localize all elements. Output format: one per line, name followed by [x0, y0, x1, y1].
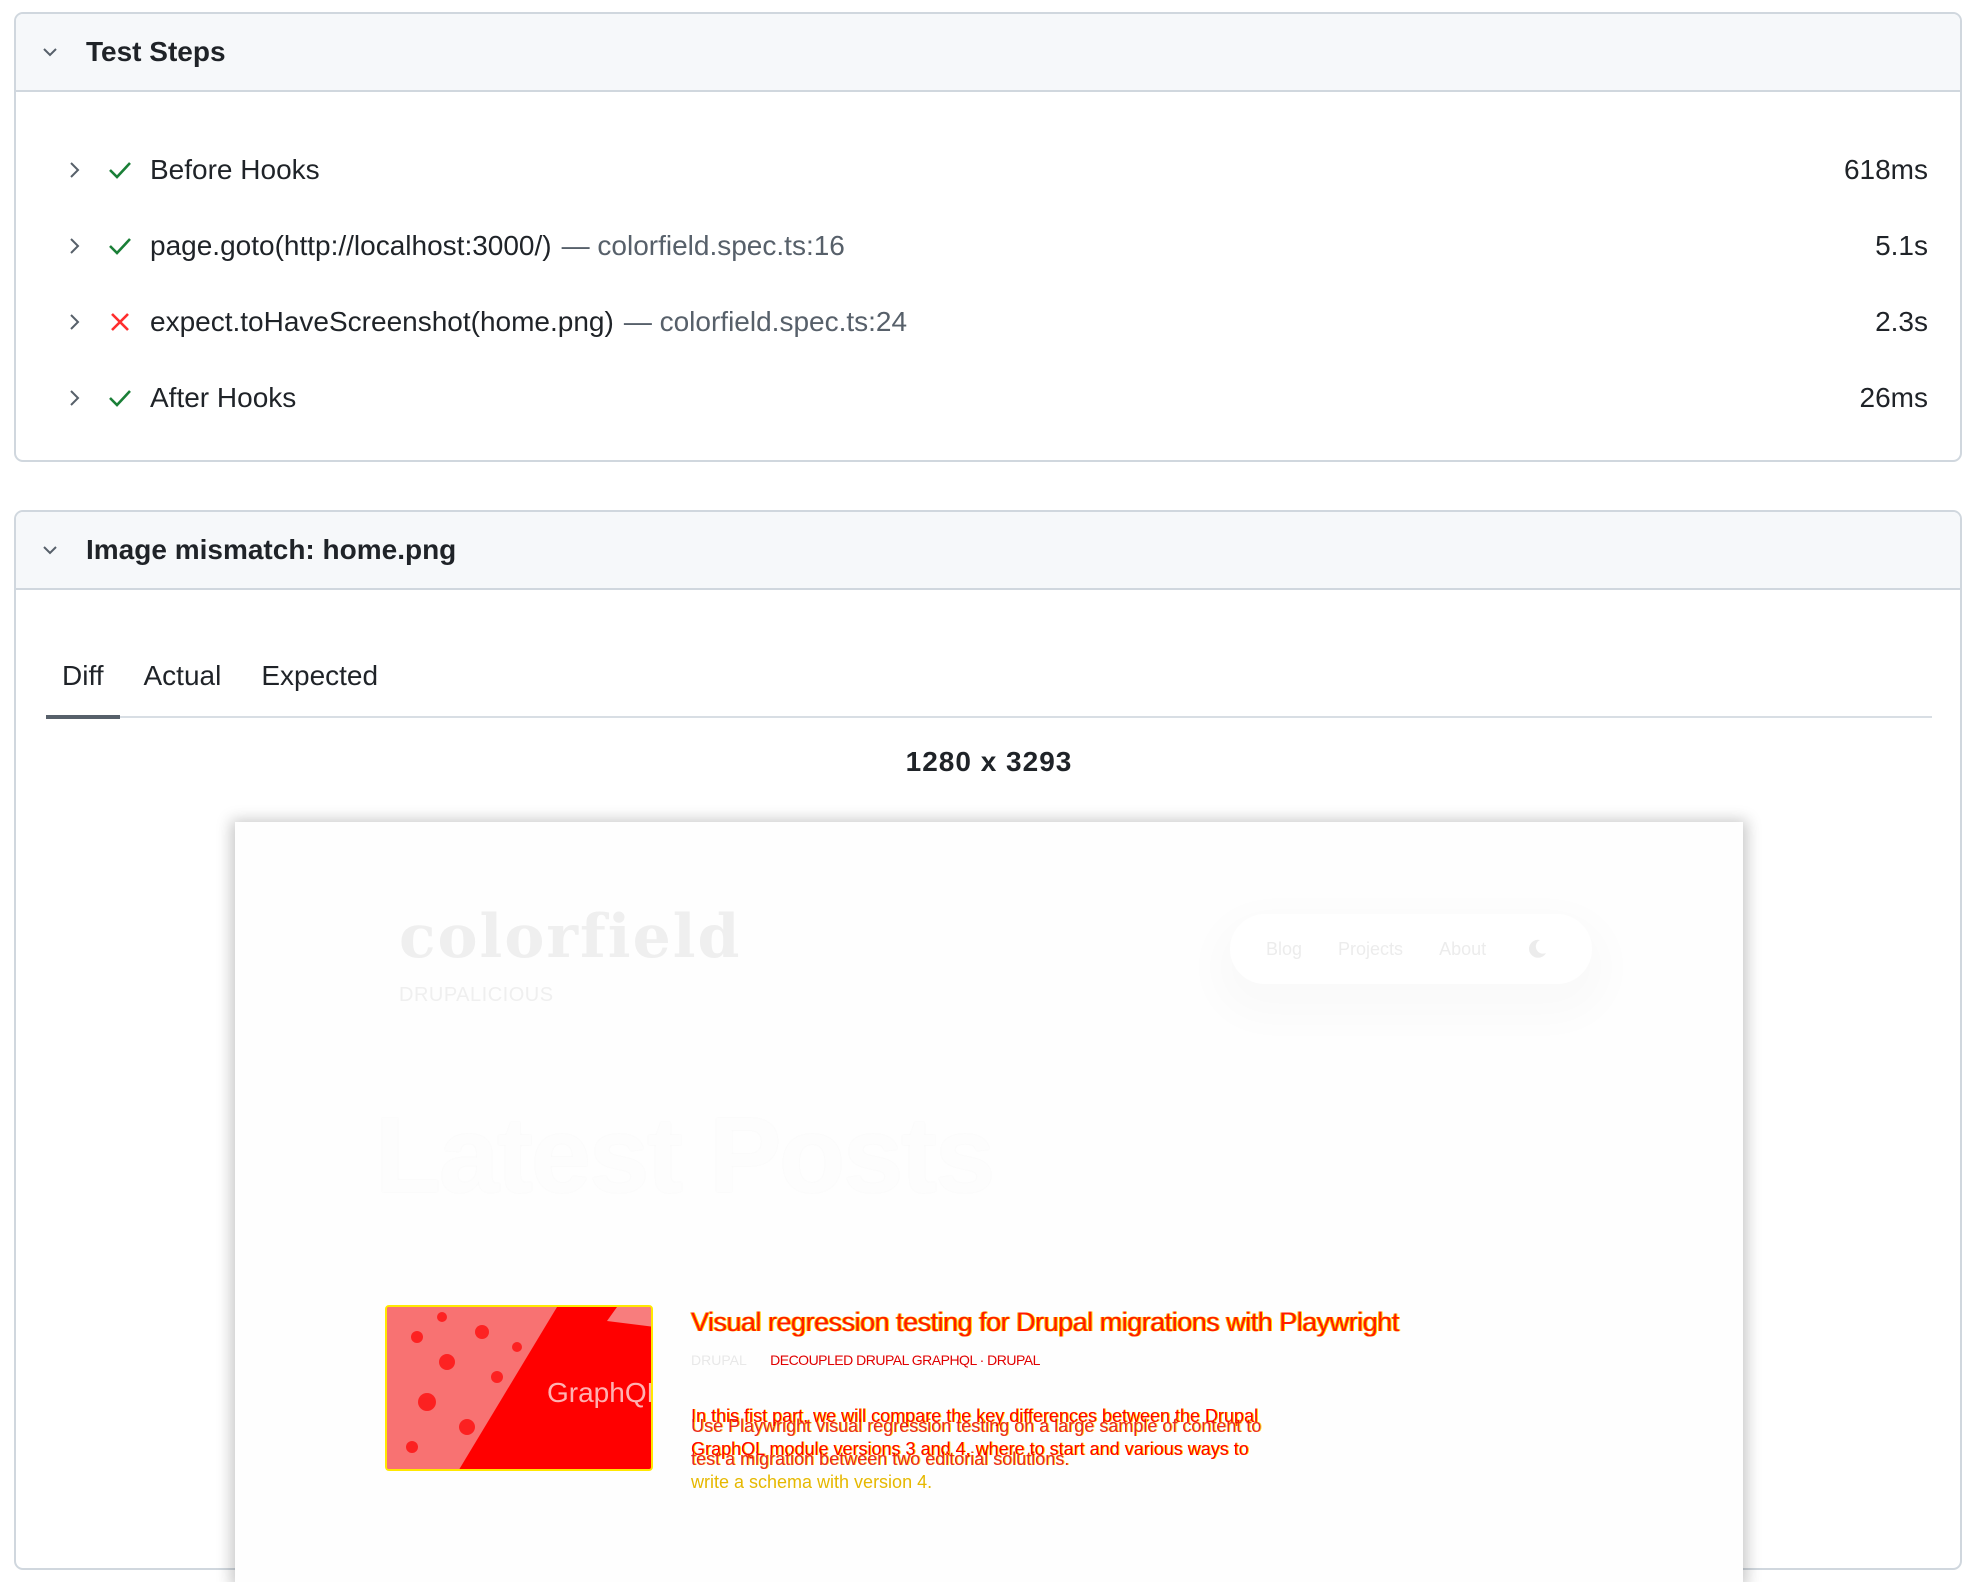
step-duration: 618ms	[1843, 154, 1928, 185]
image-mismatch-header[interactable]: Image mismatch: home.png	[16, 512, 1960, 590]
post-title: Visual regression testing for Drupal mig…	[691, 1307, 1399, 1337]
step-row[interactable]: After Hooks 26ms	[16, 360, 1960, 436]
chevron-right-icon[interactable]	[62, 158, 86, 182]
step-location[interactable]: — colorfield.spec.ts:24	[624, 306, 907, 338]
check-icon	[106, 156, 134, 184]
image-size-label: 1280 x 3293	[905, 746, 1073, 777]
chevron-down-icon	[38, 40, 62, 64]
chevron-right-icon[interactable]	[62, 310, 86, 334]
step-row[interactable]: Before Hooks 618ms	[16, 132, 1960, 208]
nav-link-projects: Projects	[1338, 938, 1404, 959]
chevron-right-icon[interactable]	[62, 234, 86, 258]
check-icon	[106, 232, 134, 260]
step-duration: 26ms	[1859, 382, 1928, 413]
nav-link-blog: Blog	[1266, 938, 1303, 959]
steps-list: Before Hooks 618ms page.goto(http://loca…	[16, 132, 1960, 436]
step-title: expect.toHaveScreenshot(home.png)	[150, 306, 614, 337]
check-icon	[106, 384, 134, 412]
chevron-right-icon[interactable]	[62, 386, 86, 410]
site-logo: colorfield	[399, 902, 742, 972]
step-location[interactable]: — colorfield.spec.ts:16	[562, 230, 845, 262]
post-tags-diff: DECOUPLED DRUPAL GRAPHQL · DRUPAL	[770, 1352, 1040, 1368]
post-thumbnail: GraphQL	[385, 1305, 653, 1471]
tab-expected[interactable]: Expected	[245, 660, 394, 716]
post-excerpt: In this fist part, we will compare the k…	[691, 1400, 1291, 1499]
nav-link-about: About	[1439, 938, 1487, 959]
post-meta: DRUPAL DECOUPLED DRUPAL GRAPHQL · DRUPAL	[691, 1352, 1040, 1368]
thumbnail-text: GraphQL	[547, 1377, 653, 1408]
latest-posts-heading: Latest Posts	[375, 1094, 995, 1215]
diff-image-preview[interactable]: colorfield DRUPALICIOUS Blog Projects Ab…	[235, 822, 1743, 1582]
step-duration: 5.1s	[1875, 230, 1928, 261]
chevron-down-icon	[38, 538, 62, 562]
section-title: Test Steps	[86, 36, 226, 67]
site-tagline: DRUPALICIOUS	[399, 984, 554, 1006]
step-row[interactable]: expect.toHaveScreenshot(home.png) — colo…	[16, 284, 1960, 360]
moon-icon	[1526, 938, 1548, 960]
post-excerpt-actual: Use Playwright visual regression testing…	[691, 1416, 1262, 1469]
tab-actual[interactable]: Actual	[128, 660, 238, 716]
step-title: page.goto(http://localhost:3000/)	[150, 230, 552, 261]
step-duration: 2.3s	[1875, 306, 1928, 337]
post-category: DRUPAL	[691, 1352, 747, 1368]
diff-noise: GraphQL	[387, 1307, 653, 1469]
step-title: Before Hooks	[150, 154, 320, 185]
tab-diff[interactable]: Diff	[46, 660, 120, 719]
test-steps-header[interactable]: Test Steps	[16, 14, 1960, 92]
step-row[interactable]: page.goto(http://localhost:3000/) — colo…	[16, 208, 1960, 284]
section-title: Image mismatch: home.png	[86, 534, 457, 565]
site-nav: Blog Projects About	[1230, 914, 1592, 984]
test-steps-section: Test Steps Before Hooks 618ms page.goto(…	[14, 12, 1962, 462]
image-tabs: Diff Actual Expected	[46, 628, 1932, 719]
cross-icon	[106, 308, 134, 336]
step-title: After Hooks	[150, 382, 297, 413]
